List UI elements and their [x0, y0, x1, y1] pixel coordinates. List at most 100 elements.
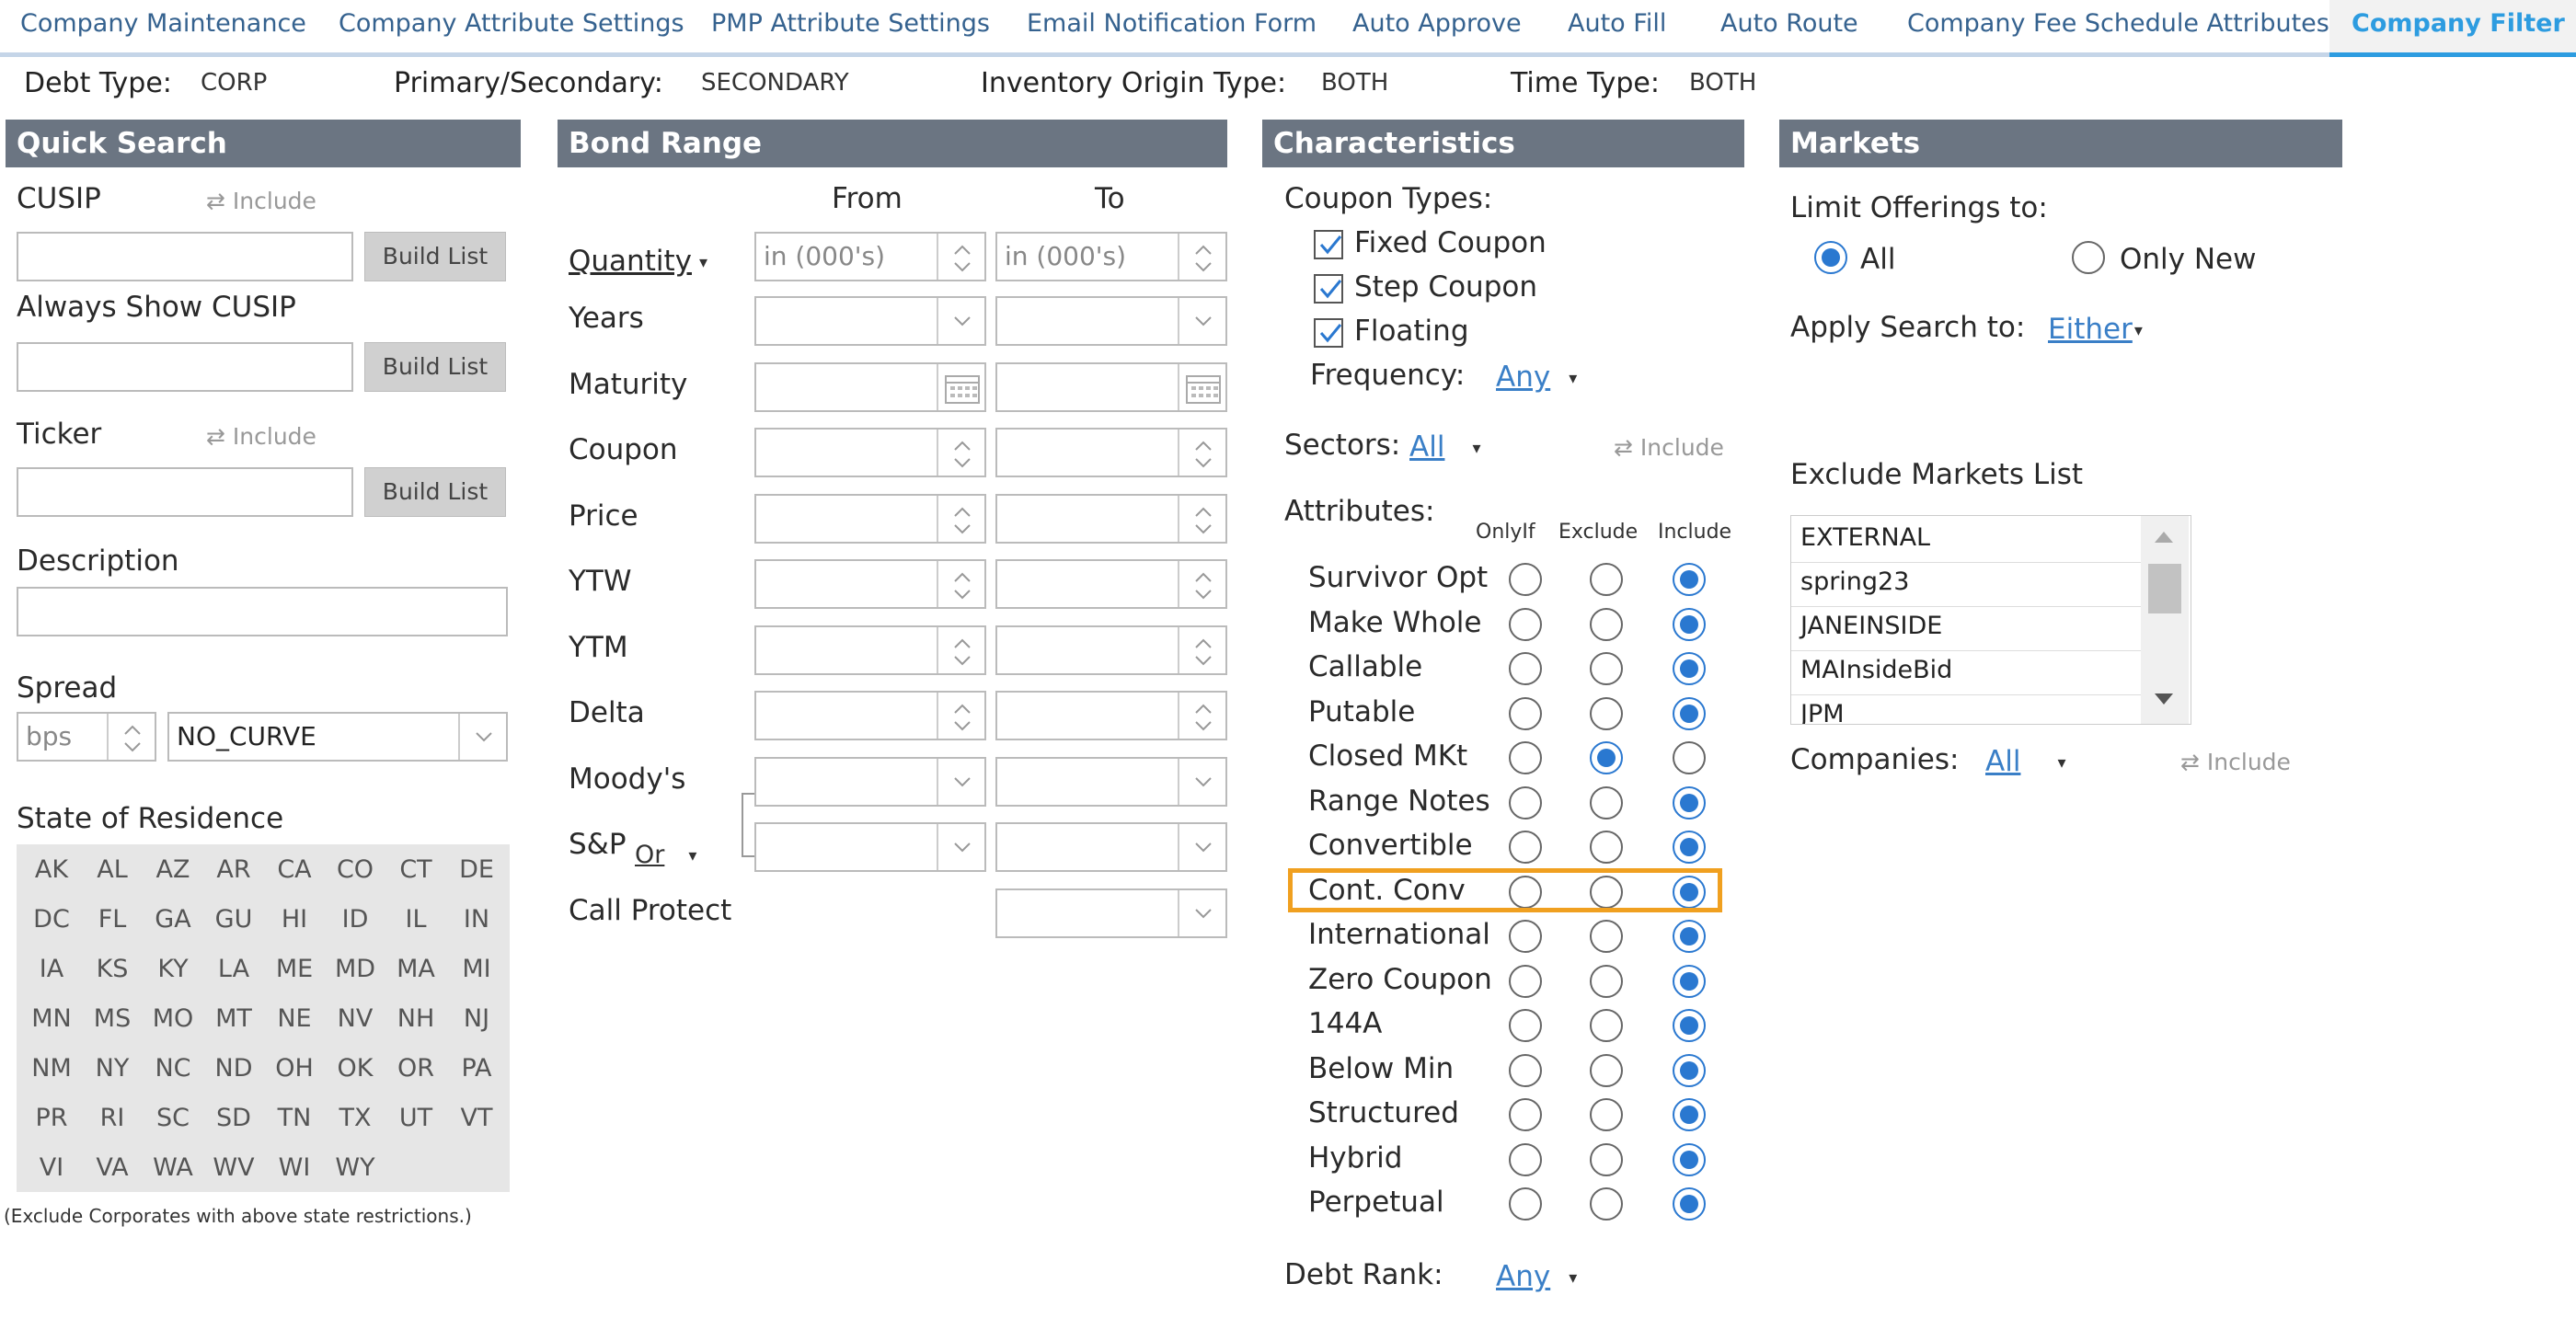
- spinner-icon[interactable]: [937, 234, 984, 280]
- state-dc[interactable]: DC: [24, 905, 79, 934]
- tab-auto-route[interactable]: Auto Route: [1720, 9, 1858, 46]
- state-az[interactable]: AZ: [145, 855, 201, 884]
- attr-144a-exclude-radio[interactable]: [1590, 1009, 1623, 1042]
- attr-callable-exclude-radio[interactable]: [1590, 652, 1623, 685]
- always-show-cusip-input[interactable]: [17, 342, 353, 392]
- spinner-icon[interactable]: [937, 561, 984, 607]
- state-nd[interactable]: ND: [206, 1054, 261, 1083]
- state-sc[interactable]: SC: [145, 1104, 201, 1132]
- attr-make-whole-onlyif-radio[interactable]: [1509, 607, 1542, 641]
- state-fl[interactable]: FL: [85, 905, 140, 934]
- scroll-thumb[interactable]: [2148, 564, 2181, 613]
- limit-all-radio[interactable]: [1814, 241, 1847, 274]
- attr-range-notes-exclude-radio[interactable]: [1590, 785, 1623, 819]
- always-show-build-list-button[interactable]: Build List: [364, 342, 506, 392]
- state-ms[interactable]: MS: [85, 1004, 140, 1033]
- sectors-include-toggle[interactable]: ⇄ Include: [1614, 434, 1724, 461]
- attr-putable-exclude-radio[interactable]: [1590, 696, 1623, 730]
- state-nj[interactable]: NJ: [449, 1004, 504, 1033]
- exclude-market-item[interactable]: JPM: [1800, 700, 1845, 724]
- state-la[interactable]: LA: [206, 955, 261, 983]
- ticker-input[interactable]: [17, 467, 353, 517]
- state-or[interactable]: OR: [388, 1054, 443, 1083]
- state-id[interactable]: ID: [328, 905, 383, 934]
- ytw-from-input[interactable]: [754, 559, 986, 609]
- state-ga[interactable]: GA: [145, 905, 201, 934]
- exclude-market-item[interactable]: spring23: [1800, 567, 1909, 596]
- state-vt[interactable]: VT: [449, 1104, 504, 1132]
- attr-international-include-radio[interactable]: [1673, 920, 1706, 953]
- state-mn[interactable]: MN: [24, 1004, 79, 1033]
- tab-email-notification-form[interactable]: Email Notification Form: [1027, 9, 1317, 46]
- state-oh[interactable]: OH: [267, 1054, 322, 1083]
- state-ct[interactable]: CT: [388, 855, 443, 884]
- state-wy[interactable]: WY: [328, 1153, 383, 1182]
- attr-convertible-onlyif-radio[interactable]: [1509, 831, 1542, 864]
- attr-structured-include-radio[interactable]: [1673, 1098, 1706, 1131]
- attr-putable-onlyif-radio[interactable]: [1509, 696, 1542, 730]
- attr-144a-onlyif-radio[interactable]: [1509, 1009, 1542, 1042]
- ytw-to-input[interactable]: [995, 559, 1227, 609]
- exclude-market-item[interactable]: MAInsideBid: [1800, 656, 1952, 684]
- spinner-icon[interactable]: [937, 626, 984, 673]
- attr-range-notes-include-radio[interactable]: [1673, 785, 1706, 819]
- state-ne[interactable]: NE: [267, 1004, 322, 1033]
- cusip-build-list-button[interactable]: Build List: [364, 232, 506, 281]
- tab-company-attribute-settings[interactable]: Company Attribute Settings: [339, 9, 684, 46]
- spread-spinner[interactable]: [107, 714, 155, 760]
- state-ca[interactable]: CA: [267, 855, 322, 884]
- moody-s-from-input[interactable]: [754, 756, 986, 807]
- state-ar[interactable]: AR: [206, 855, 261, 884]
- attr-callable-include-radio[interactable]: [1673, 652, 1706, 685]
- state-co[interactable]: CO: [328, 855, 383, 884]
- state-wi[interactable]: WI: [267, 1153, 322, 1182]
- moody-s-to-input[interactable]: [995, 756, 1227, 807]
- scroll-down-icon[interactable]: [2152, 691, 2176, 707]
- state-ak[interactable]: AK: [24, 855, 79, 884]
- state-me[interactable]: ME: [267, 955, 322, 983]
- exclude-market-item[interactable]: EXTERNAL: [1800, 523, 1930, 552]
- state-va[interactable]: VA: [85, 1153, 140, 1182]
- spread-input[interactable]: bps: [17, 712, 156, 762]
- coupon-to-input[interactable]: [995, 428, 1227, 477]
- price-from-input[interactable]: [754, 493, 986, 544]
- spinner-icon[interactable]: [1178, 626, 1225, 673]
- state-in[interactable]: IN: [449, 905, 504, 934]
- state-de[interactable]: DE: [449, 855, 504, 884]
- tab-company-maintenance[interactable]: Company Maintenance: [20, 9, 306, 46]
- state-wa[interactable]: WA: [145, 1153, 201, 1182]
- state-gu[interactable]: GU: [206, 905, 261, 934]
- spinner-icon[interactable]: [1178, 234, 1225, 280]
- state-mi[interactable]: MI: [449, 955, 504, 983]
- attr-below-min-include-radio[interactable]: [1673, 1053, 1706, 1087]
- spinner-icon[interactable]: [937, 693, 984, 739]
- description-input[interactable]: [17, 587, 508, 636]
- state-mo[interactable]: MO: [145, 1004, 201, 1033]
- state-hi[interactable]: HI: [267, 905, 322, 934]
- quantity-from-input[interactable]: in (000's): [754, 232, 986, 281]
- attr-zero-coupon-onlyif-radio[interactable]: [1509, 964, 1542, 998]
- spinner-icon[interactable]: [1178, 430, 1225, 476]
- calendar-icon[interactable]: [937, 363, 984, 410]
- state-nh[interactable]: NH: [388, 1004, 443, 1033]
- quantity-dropdown[interactable]: Quantity ▾: [569, 245, 707, 278]
- spinner-icon[interactable]: [937, 495, 984, 542]
- state-ut[interactable]: UT: [388, 1104, 443, 1132]
- frequency-dropdown[interactable]: Any ▾: [1496, 361, 1577, 394]
- debt-rank-dropdown[interactable]: Any ▾: [1496, 1260, 1577, 1293]
- attr-hybrid-onlyif-radio[interactable]: [1509, 1142, 1542, 1176]
- maturity-to-input[interactable]: [995, 361, 1227, 412]
- state-tn[interactable]: TN: [267, 1104, 322, 1132]
- fixed-coupon-checkbox[interactable]: [1314, 230, 1343, 259]
- ytm-from-input[interactable]: [754, 625, 986, 675]
- call-protect-to-input[interactable]: [995, 888, 1227, 938]
- state-pr[interactable]: PR: [24, 1104, 79, 1132]
- attr-convertible-exclude-radio[interactable]: [1590, 831, 1623, 864]
- attr-144a-include-radio[interactable]: [1673, 1009, 1706, 1042]
- quantity-to-input[interactable]: in (000's): [995, 232, 1227, 281]
- attr-survivor-opt-onlyif-radio[interactable]: [1509, 563, 1542, 596]
- state-md[interactable]: MD: [328, 955, 383, 983]
- floating-checkbox[interactable]: [1314, 318, 1343, 348]
- state-al[interactable]: AL: [85, 855, 140, 884]
- calendar-icon[interactable]: [1178, 363, 1225, 410]
